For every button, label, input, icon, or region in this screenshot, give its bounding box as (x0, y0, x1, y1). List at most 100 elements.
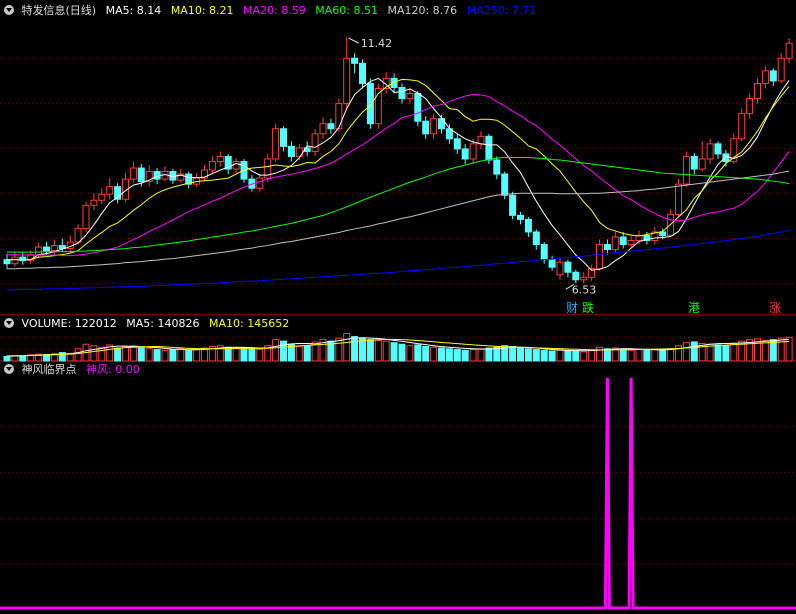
chart-canvas[interactable]: 11.42 6.53 (0, 0, 796, 614)
volume-bar-down (422, 346, 430, 362)
candle-up (761, 70, 769, 84)
ma250-line (7, 229, 790, 291)
volume-bar-up (161, 349, 169, 362)
candle-up (90, 199, 98, 206)
candle-down (422, 120, 430, 135)
low-price-label: 6.53 (572, 283, 597, 296)
volume-bar-down (248, 348, 256, 362)
volume-bar-down (114, 347, 122, 362)
volume-bar-up (580, 351, 588, 362)
candle-up (477, 135, 485, 145)
volume-bar-up (129, 345, 137, 362)
volume-bar-up (193, 349, 201, 362)
candle-down (43, 246, 50, 252)
volume-bar-up (406, 345, 414, 362)
candle-down (690, 155, 698, 170)
volume-bar-down (390, 342, 398, 362)
volume-bar-up (232, 348, 240, 362)
volume-bar-down (153, 349, 161, 362)
volume-bar-up (122, 346, 129, 362)
ma250-label: MA250: 7.71 (466, 4, 537, 17)
event-tag-zhang[interactable]: 涨 (769, 301, 781, 315)
candle-up (627, 240, 635, 246)
candle-up (98, 193, 106, 201)
candle-up (335, 103, 343, 130)
event-tag-die[interactable]: 跌 (582, 301, 594, 315)
candle-down (722, 153, 730, 162)
volume-bar-down (359, 337, 366, 362)
volume-bar-down (224, 346, 232, 362)
candle-up (232, 160, 240, 170)
ma120-label: MA120: 8.76 (387, 4, 458, 17)
candle-up (469, 143, 477, 160)
volume-legend: VOLUME: 122012 MA5: 140826 MA10: 145652 (4, 317, 295, 331)
volume-bar-up (343, 333, 351, 362)
volume-bar-down (240, 347, 248, 362)
candle-down (493, 159, 501, 175)
candle-down (453, 138, 461, 150)
volume-bar-down (493, 346, 501, 362)
dropdown-arrow-icon[interactable] (4, 5, 14, 15)
candle-up (11, 256, 19, 265)
volume-bar-up (651, 349, 659, 362)
volume-bar-down (509, 346, 517, 362)
volume-bar-up (588, 349, 596, 362)
candle-up (74, 227, 82, 243)
volume-label: VOLUME: 122012 (21, 317, 117, 330)
candle-down (359, 62, 366, 84)
volume-bar-down (3, 355, 11, 362)
candle-up (430, 118, 438, 135)
volume-bar-down (659, 349, 667, 362)
candle-down (659, 231, 667, 236)
volume-bar-down (532, 349, 540, 362)
candle-down (3, 259, 11, 265)
dropdown-arrow-icon[interactable] (4, 318, 14, 328)
event-tag-cai[interactable]: 财 (566, 301, 578, 315)
candle-down (769, 70, 777, 82)
candle-up (256, 177, 264, 189)
dropdown-arrow-icon[interactable] (4, 364, 14, 374)
volume-bar-down (619, 349, 627, 362)
volume-bar-up (177, 348, 185, 362)
event-tag-gang[interactable]: 港 (688, 301, 700, 315)
volume-bar-up (295, 346, 303, 362)
candle-up (208, 160, 216, 171)
candle-down (524, 218, 532, 233)
volume-bar-down (303, 345, 311, 362)
candle-up (777, 57, 785, 82)
candle-up (311, 133, 319, 152)
volume-ma10-label: MA10: 145652 (208, 317, 290, 330)
candle-down (603, 244, 611, 251)
volume-bar-down (540, 349, 548, 362)
chart-title: 特发信息(日线) (21, 4, 97, 17)
ma60-line (7, 156, 790, 253)
volume-bar-down (438, 347, 445, 362)
volume-bar-down (453, 349, 461, 362)
ma5-line (7, 77, 790, 271)
volume-bar-down (280, 340, 287, 362)
high-marker-line (348, 37, 359, 44)
volume-bar-up (90, 345, 98, 362)
candle-up (319, 123, 327, 135)
volume-bar-down (485, 347, 493, 362)
volume-bar-up (256, 349, 264, 362)
volume-bar-up (374, 339, 382, 362)
candle-down (398, 86, 406, 100)
candle-up (706, 143, 714, 160)
candle-up (596, 244, 603, 270)
candle-down (366, 82, 374, 125)
candle-down (564, 261, 572, 273)
candle-down (517, 214, 524, 220)
volume-bar-up (145, 348, 153, 362)
volume-bar-down (185, 349, 193, 362)
candle-up (50, 245, 58, 252)
candle-down (137, 167, 145, 183)
volume-bar-up (335, 337, 343, 362)
candle-up (785, 42, 793, 59)
candle-down (287, 145, 295, 157)
volume-bar-down (690, 341, 698, 362)
volume-bar-down (398, 343, 406, 362)
candle-up (82, 204, 90, 229)
volume-bar-down (564, 349, 572, 362)
volume-bar-down (524, 348, 532, 362)
